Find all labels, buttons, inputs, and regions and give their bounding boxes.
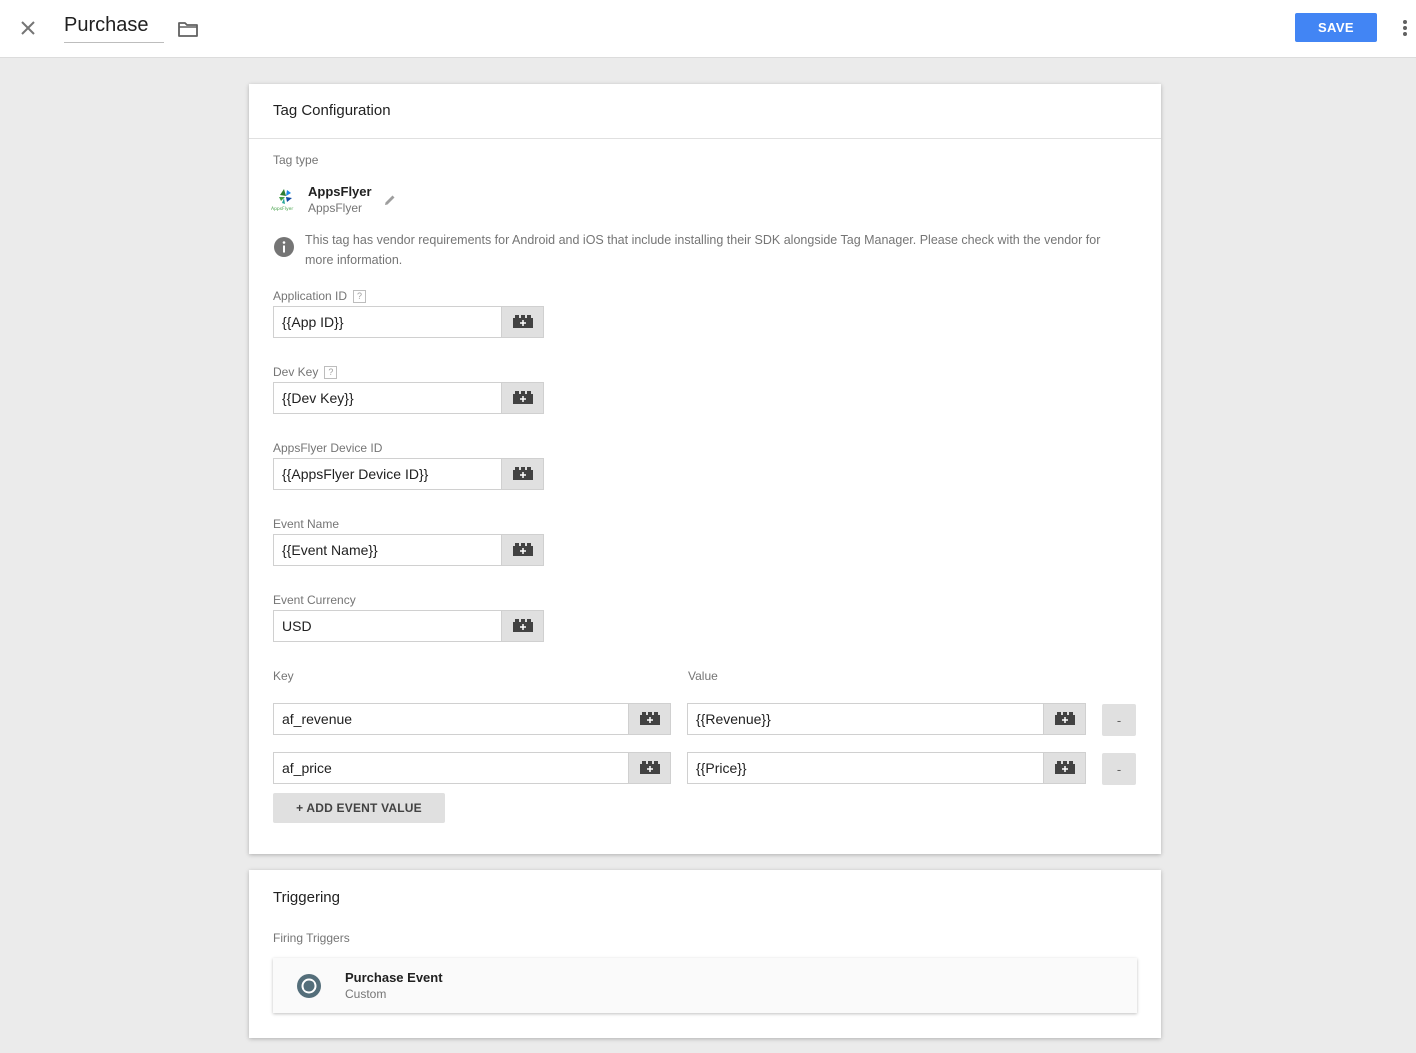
event-key-input[interactable] (274, 704, 630, 734)
event-name-label: Event Name (273, 517, 340, 531)
firing-triggers-label: Firing Triggers (273, 931, 350, 945)
triggering-heading: Triggering (273, 889, 340, 906)
application-id-field (273, 306, 544, 338)
tag-configuration-heading: Tag Configuration (249, 84, 1161, 139)
application-id-input[interactable] (274, 307, 503, 337)
event-key-field (273, 703, 671, 735)
event-currency-field (273, 610, 544, 642)
dev-key-input[interactable] (274, 383, 503, 413)
event-value-input[interactable] (688, 753, 1045, 783)
event-value-field (687, 752, 1086, 784)
top-bar: Purchase SAVE (0, 0, 1416, 58)
close-icon[interactable] (16, 16, 40, 40)
trigger-item[interactable]: Purchase Event Custom (273, 958, 1137, 1013)
key-column-header: Key (273, 669, 294, 683)
device-id-input[interactable] (274, 459, 503, 489)
tag-type-vendor: AppsFlyer (308, 201, 363, 215)
dev-key-label-text: Dev Key (273, 365, 319, 379)
event-value-field (687, 703, 1086, 735)
save-button[interactable]: SAVE (1295, 13, 1377, 42)
trigger-type: Custom (345, 987, 387, 1001)
dev-key-field (273, 382, 544, 414)
tag-type-name: AppsFlyer (308, 184, 372, 199)
event-key-field (273, 752, 671, 784)
info-icon (273, 236, 295, 258)
variable-brick-icon[interactable] (501, 459, 543, 489)
remove-row-button[interactable]: - (1102, 704, 1136, 736)
add-event-value-button[interactable]: + ADD EVENT VALUE (273, 793, 445, 823)
device-id-label: AppsFlyer Device ID (273, 441, 383, 455)
custom-event-trigger-icon (297, 974, 321, 998)
variable-brick-icon[interactable] (628, 753, 670, 783)
dev-key-label: Dev Key? (273, 365, 338, 379)
remove-row-button[interactable]: - (1102, 753, 1136, 785)
application-id-label-text: Application ID (273, 289, 348, 303)
triggering-card: Triggering Firing Triggers Purchase Even… (249, 870, 1161, 1038)
help-icon[interactable]: ? (324, 366, 338, 379)
variable-brick-icon[interactable] (1043, 704, 1085, 734)
help-icon[interactable]: ? (353, 290, 367, 303)
appsflyer-logo: AppsFlyer (271, 186, 299, 212)
vendor-notice-line-1: This tag has vendor requirements for And… (305, 233, 1101, 247)
trigger-name: Purchase Event (345, 970, 443, 985)
pencil-icon[interactable] (382, 192, 398, 208)
event-key-input[interactable] (274, 753, 630, 783)
tag-configuration-card: Tag Configuration Tag type AppsFlyer App… (249, 84, 1161, 854)
event-currency-input[interactable] (274, 611, 503, 641)
tag-type-label: Tag type (273, 153, 319, 167)
appsflyer-logo-text: AppsFlyer (271, 206, 293, 212)
event-name-input[interactable] (274, 535, 503, 565)
variable-brick-icon[interactable] (628, 704, 670, 734)
variable-brick-icon[interactable] (501, 383, 543, 413)
event-value-input[interactable] (688, 704, 1045, 734)
value-column-header: Value (688, 669, 718, 683)
vendor-notice-line-2: more information. (305, 253, 403, 267)
variable-brick-icon[interactable] (501, 611, 543, 641)
variable-brick-icon[interactable] (501, 307, 543, 337)
tag-title[interactable]: Purchase (64, 14, 164, 43)
application-id-label: Application ID? (273, 289, 367, 303)
event-currency-label: Event Currency (273, 593, 356, 607)
folder-icon[interactable] (176, 17, 200, 41)
vendor-notice: This tag has vendor requirements for And… (305, 230, 1145, 270)
more-vert-icon[interactable] (1395, 16, 1415, 40)
variable-brick-icon[interactable] (1043, 753, 1085, 783)
device-id-field (273, 458, 544, 490)
event-name-field (273, 534, 544, 566)
variable-brick-icon[interactable] (501, 535, 543, 565)
